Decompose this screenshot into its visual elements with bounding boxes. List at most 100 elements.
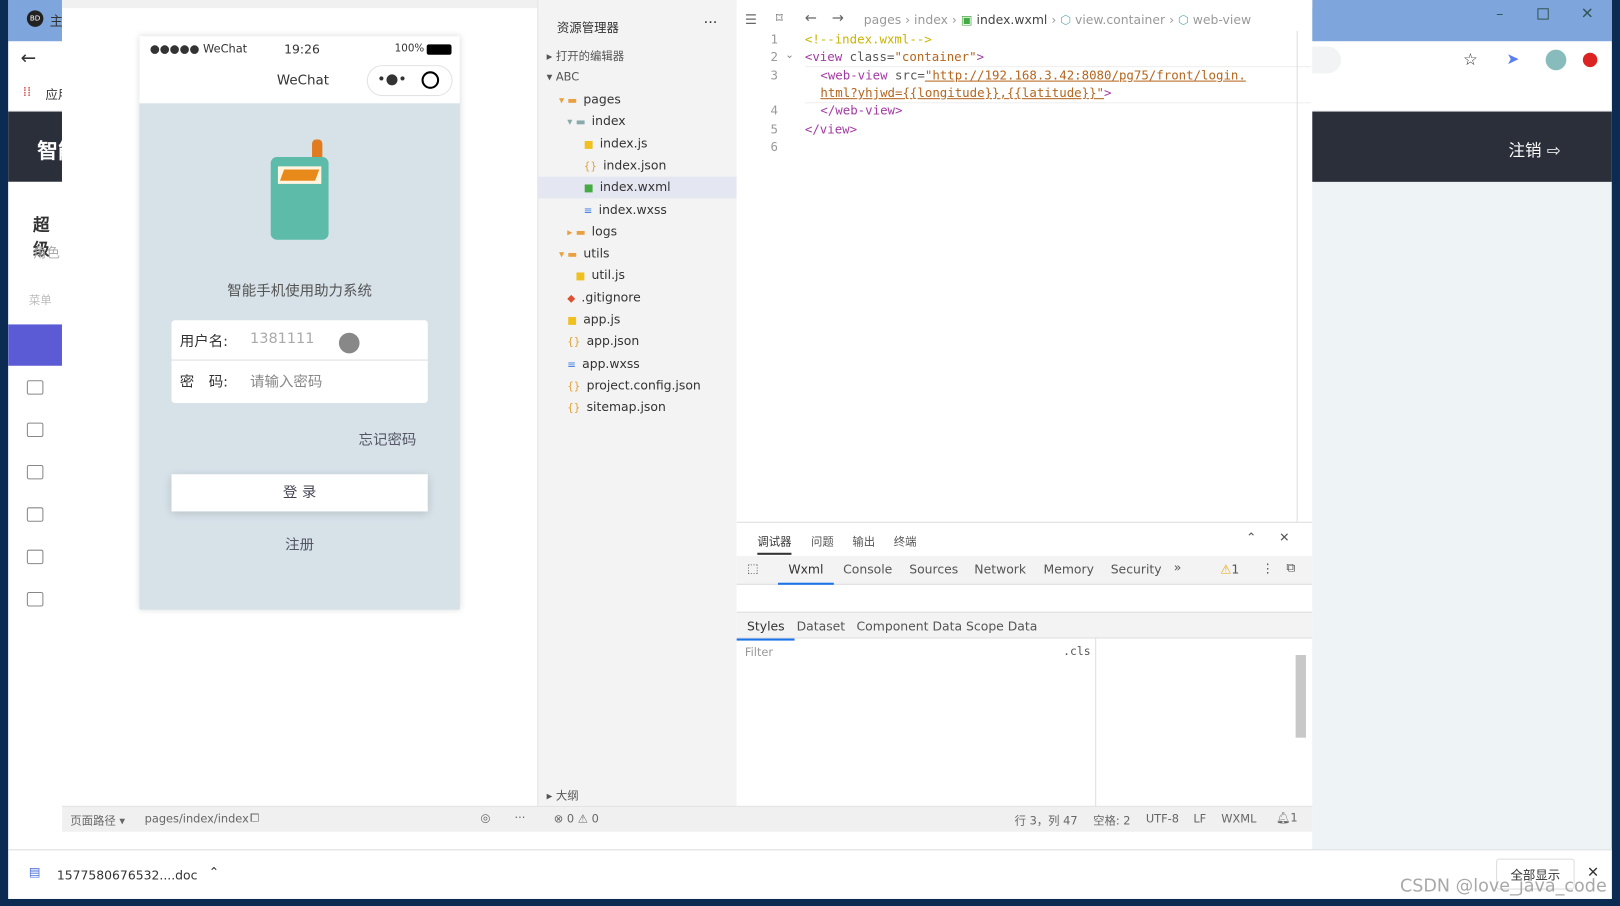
tree-item[interactable]: ≡ app.wxss [567,356,640,370]
tab-debugger[interactable]: 调试器 [757,533,792,555]
forgot-password-link[interactable]: 忘记密码 [359,429,417,450]
code-line[interactable]: <view class="container"> [805,50,984,64]
capsule-button[interactable]: •●• [366,65,453,97]
outline-icon[interactable]: ☰ [745,12,757,27]
sidebar-item[interactable] [26,592,44,607]
close-panel-icon[interactable]: ✕ [1279,530,1289,544]
collapse-icon[interactable]: ⌃ [1246,530,1256,544]
sidebar-item[interactable] [26,422,44,438]
username-input[interactable]: 1381111 [250,331,314,348]
more-icon[interactable]: ··· [515,811,526,824]
page-path-dropdown[interactable]: 页面路径 ▾ [70,812,125,829]
tab-problems[interactable]: 问题 [811,533,834,550]
tab-scope-data[interactable]: Scope Data [966,619,1037,633]
exit-icon[interactable] [421,71,440,89]
more-icon[interactable]: •●• [377,71,407,88]
bookmark-icon[interactable]: ⌑ [776,11,783,26]
language-mode[interactable]: WXML [1221,812,1256,825]
breadcrumb: pages › index › ▣ index.wxml › ⬡ view.co… [863,12,1252,27]
breadcrumb-item[interactable]: index.wxml [977,12,1048,26]
close-window-button[interactable]: ✕ [1581,4,1594,23]
star-icon[interactable]: ☆ [1463,50,1478,70]
tree-item[interactable]: ≡ index.wxss [584,202,667,216]
editor-scrollbar[interactable] [1296,30,1298,522]
download-item[interactable]: 1577580676532....doc [57,868,198,882]
styles-filter-input[interactable]: Filter [745,646,773,659]
inspect-icon[interactable]: ⬚ [747,561,759,575]
logout-button[interactable]: 注销 ⇨ [1508,136,1560,161]
eye-icon[interactable]: ◎ [480,811,490,824]
tree-item[interactable]: {} project.config.json [567,378,701,392]
tree-item[interactable]: {} app.json [567,334,639,348]
minimize-button[interactable]: – [1496,6,1503,23]
nav-forward-icon[interactable]: → [832,10,844,27]
breadcrumb-item[interactable]: web-view [1193,12,1251,26]
encoding[interactable]: UTF-8 [1146,812,1179,825]
code-line[interactable]: </view> [805,122,857,136]
breadcrumb-item[interactable]: index [914,12,948,26]
indentation[interactable]: 空格: 2 [1093,812,1130,829]
tab-styles[interactable]: Styles [736,619,795,641]
cls-button[interactable]: .cls [1063,645,1090,658]
tab-component-data[interactable]: Component Data [857,619,963,633]
extension-icon[interactable]: ➤ [1506,50,1519,69]
tree-item[interactable]: ▾ ▬ pages [559,92,621,106]
avatar[interactable] [1545,49,1567,71]
open-editors-section[interactable]: ▸ 打开的编辑器 [547,48,625,65]
tab-wxml[interactable]: Wxml [777,562,834,585]
tab-security[interactable]: Security [1111,562,1162,576]
maximize-button[interactable] [1537,8,1549,20]
tree-item[interactable]: ■ app.js [567,312,620,326]
tab-output[interactable]: 输出 [852,533,875,550]
register-link[interactable]: 注册 [139,534,459,555]
notifications[interactable]: 🔔︎1 [1276,811,1298,824]
login-button[interactable]: 登 录 [171,474,428,512]
breadcrumb-item[interactable]: pages [864,12,901,26]
username-field[interactable]: 用户名: 1381111 [171,320,428,361]
copy-icon[interactable]: ⧠ [250,811,259,825]
tree-item[interactable]: ■ index.wxml [584,180,671,194]
tab-dataset[interactable]: Dataset [797,619,846,633]
tab-network[interactable]: Network [974,562,1026,576]
undock-icon[interactable]: ⧉ [1286,560,1295,575]
tab-memory[interactable]: Memory [1044,562,1094,576]
tree-item[interactable]: {} sitemap.json [567,400,666,414]
code-line[interactable]: html?yhjwd={{longitude}},{{latitude}}"> [820,86,1111,100]
tree-item[interactable]: ▸ ▬ logs [567,224,617,238]
sidebar-item[interactable] [26,507,44,522]
back-icon[interactable]: ← [21,48,37,70]
tree-item[interactable]: ■ index.js [584,136,648,150]
chevron-up-icon[interactable]: ⌃ [209,865,219,879]
tree-item[interactable]: ■ util.js [575,268,624,282]
fold-chevron-icon[interactable]: ⌄ [785,50,794,61]
tree-item[interactable]: {} index.json [584,158,667,172]
apps-icon[interactable]: ⁞⁞ [23,85,32,100]
nav-back-icon[interactable]: ← [805,10,817,27]
line-ending[interactable]: LF [1193,812,1206,825]
tab-console[interactable]: Console [843,562,892,576]
more-tabs-button[interactable]: » [1174,560,1182,574]
code-line[interactable]: </web-view> [820,103,902,117]
kebab-menu-icon[interactable]: ⋮ [1262,561,1274,575]
tree-item[interactable]: ▾ ▬ index [567,114,625,128]
sidebar-item[interactable] [26,549,44,565]
tab-terminal[interactable]: 终端 [894,533,917,550]
update-icon[interactable] [1582,52,1598,68]
sidebar-item[interactable] [26,380,44,395]
warnings-badge[interactable]: ⚠1 [1220,562,1239,576]
tab-sources[interactable]: Sources [909,562,958,576]
sidebar-item-active[interactable] [8,324,62,366]
tree-item[interactable]: ▾ ▬ utils [559,246,610,260]
scrollbar[interactable] [1295,655,1306,738]
password-input[interactable]: 请输入密码 [250,371,322,392]
code-line[interactable]: <!--index.wxml--> [805,32,932,46]
cursor-position[interactable]: 行 3，列 47 [1015,812,1078,829]
tree-item[interactable]: ◆ .gitignore [567,290,640,304]
project-section[interactable]: ▾ ABC [547,70,580,83]
outline-section[interactable]: ▸ 大纲 [547,787,579,804]
sidebar-item[interactable] [26,464,44,480]
breadcrumb-item[interactable]: view.container [1075,12,1165,26]
more-options-icon[interactable]: ··· [704,14,718,31]
code-line[interactable]: <web-view src="http://192.168.3.42:8080/… [820,68,1246,82]
problems-count[interactable]: ⊗ 0 ⚠ 0 [554,812,599,825]
